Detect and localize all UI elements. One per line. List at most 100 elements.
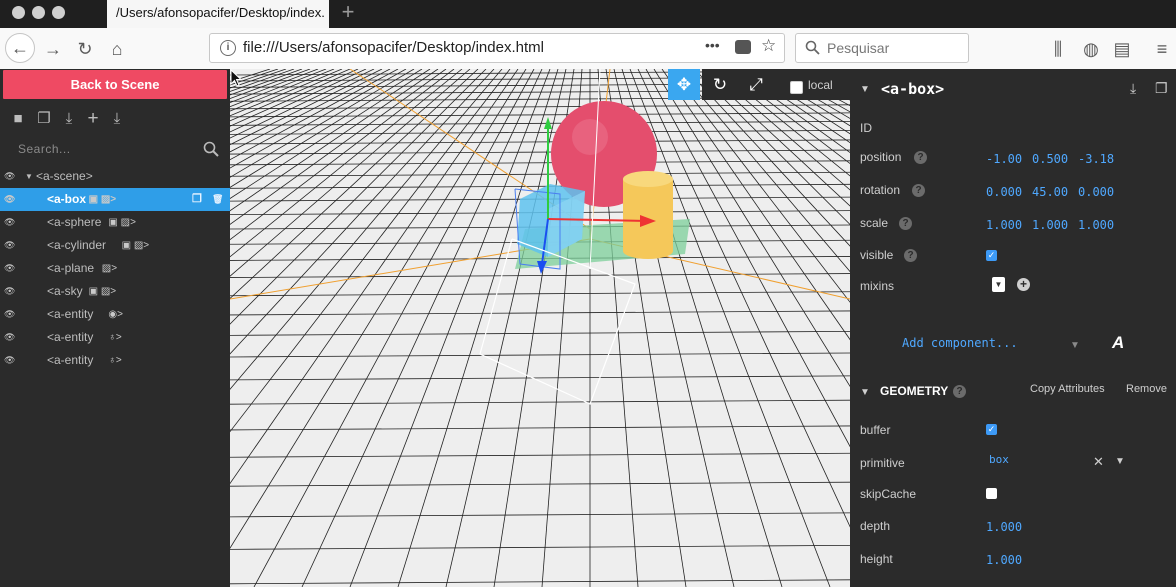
forward-icon[interactable]: →	[41, 37, 65, 61]
library-icon[interactable]: ⫼	[1046, 37, 1070, 61]
scene-viewport[interactable]: ✥ ↻ ⤢ local	[230, 69, 850, 587]
primitive-select[interactable]: box	[989, 453, 1009, 466]
clone-icon[interactable]: ❐	[192, 188, 202, 211]
browser-tab-active[interactable]: /Users/afonsopacifer/Desktop/index.html	[107, 0, 329, 28]
chevron-down-icon[interactable]: ▼	[1115, 456, 1125, 467]
mixins-select[interactable]: ▼	[992, 277, 1005, 292]
outline-row[interactable]: 👁 <a-entity ◉>	[0, 303, 230, 326]
globe-icon[interactable]: ◍	[1079, 37, 1103, 61]
download-icon[interactable]: ⤓	[60, 110, 78, 128]
position-x-input[interactable]: -1.00	[986, 152, 1022, 166]
grid-line	[669, 69, 850, 303]
outline-row[interactable]: 👁 <a-box ▣ ▨> ❐ 🗑	[0, 188, 230, 211]
grid-line	[230, 375, 850, 381]
scale-tool-icon[interactable]: ⤢	[740, 69, 772, 100]
eye-icon[interactable]: 👁	[4, 326, 18, 349]
help-icon[interactable]: ?	[953, 385, 966, 398]
remove-component-button[interactable]: Remove	[1126, 383, 1167, 395]
copy-icon[interactable]: ❐	[35, 110, 53, 128]
eye-icon[interactable]: 👁	[4, 303, 18, 326]
buffer-checkbox[interactable]: ✓	[986, 424, 997, 435]
outline-row[interactable]: 👁 <a-plane ▨>	[0, 257, 230, 280]
outline-row[interactable]: 👁 <a-cylinder ▣ ▨>	[0, 234, 230, 257]
export-entity-icon[interactable]: ⤓	[1130, 80, 1136, 97]
outline-row[interactable]: 👁 <a-sky ▣ ▨>	[0, 280, 230, 303]
window-zoom-button[interactable]	[52, 6, 65, 19]
export-icon[interactable]: ⤓	[108, 110, 126, 128]
grid-line	[230, 452, 850, 458]
chevron-down-icon[interactable]: ▼	[1070, 340, 1080, 351]
grid-line	[765, 69, 850, 119]
height-input[interactable]: 1.000	[986, 553, 1046, 567]
component-icons: ▣ ▨>	[108, 217, 136, 228]
sidebar-icon[interactable]: ▤	[1110, 37, 1134, 61]
cylinder-mesh[interactable]	[623, 179, 673, 251]
scale-x-input[interactable]: 1.000	[986, 218, 1022, 232]
scene-graph-panel: Back to Scene ■ ❐ ⤓ + ⤓ Search... 👁 ▼ <a-s…	[0, 69, 230, 587]
translate-tool-icon[interactable]: ✥	[668, 69, 700, 100]
grid-line	[230, 69, 415, 178]
eye-icon[interactable]: 👁	[4, 349, 18, 372]
outline-row[interactable]: 👁 <a-entity ♁>	[0, 349, 230, 372]
clear-icon[interactable]: ✕	[1093, 454, 1104, 470]
search-bar[interactable]: Pesquisar	[795, 33, 969, 63]
add-mixin-icon[interactable]: +	[1017, 278, 1030, 291]
back-to-scene-button[interactable]: Back to Scene	[3, 70, 227, 99]
eye-icon[interactable]: 👁	[4, 165, 18, 188]
help-icon[interactable]: ?	[912, 184, 925, 197]
expand-caret-icon[interactable]: ▼	[25, 165, 33, 188]
rotation-x-input[interactable]: 0.000	[986, 185, 1022, 199]
info-icon[interactable]: i	[220, 40, 236, 56]
delete-icon[interactable]: 🗑	[212, 188, 223, 211]
new-tab-button[interactable]: +	[338, 1, 358, 25]
geometry-section-title[interactable]: GEOMETRY	[880, 384, 948, 398]
rotate-tool-icon[interactable]: ↻	[704, 69, 736, 100]
bookmark-star-icon[interactable]: ☆	[761, 36, 776, 56]
back-icon[interactable]: ←	[5, 33, 35, 63]
add-component-select[interactable]: Add component...	[902, 336, 1018, 350]
grid-line	[773, 69, 850, 113]
rotation-y-input[interactable]: 45.00	[1032, 185, 1068, 199]
eye-icon[interactable]: 👁	[4, 234, 18, 257]
grid-line	[230, 69, 399, 161]
eye-icon[interactable]: 👁	[4, 188, 18, 211]
visible-checkbox[interactable]: ✓	[986, 250, 997, 261]
window-close-button[interactable]	[12, 6, 25, 19]
reload-icon[interactable]: ↻	[73, 37, 97, 61]
help-icon[interactable]: ?	[899, 217, 912, 230]
eye-icon[interactable]: 👁	[4, 257, 18, 280]
scene-canvas[interactable]	[230, 69, 850, 587]
home-icon[interactable]: ⌂	[105, 37, 129, 61]
depth-input[interactable]: 1.000	[986, 520, 1046, 534]
copy-attributes-button[interactable]: Copy Attributes	[1030, 383, 1105, 395]
outline-row[interactable]: 👁 ▼ <a-scene>	[0, 165, 230, 188]
page-actions-icon[interactable]: •••	[705, 37, 720, 53]
aframe-registry-icon[interactable]: A	[1112, 333, 1124, 353]
tab-title: /Users/afonsopacifer/Desktop/index.html	[116, 5, 324, 20]
outline-search-input[interactable]: Search...	[18, 142, 71, 156]
help-icon[interactable]: ?	[914, 151, 927, 164]
eye-icon[interactable]: 👁	[4, 211, 18, 234]
position-z-input[interactable]: -3.18	[1078, 152, 1114, 166]
scale-y-input[interactable]: 1.000	[1032, 218, 1068, 232]
window-minimize-button[interactable]	[32, 6, 45, 19]
collapse-caret-icon[interactable]: ▼	[860, 84, 870, 95]
scale-z-input[interactable]: 1.000	[1078, 218, 1114, 232]
outline-row[interactable]: 👁 <a-sphere ▣ ▨>	[0, 211, 230, 234]
position-y-input[interactable]: 0.500	[1032, 152, 1068, 166]
camera-icon[interactable]: ■	[9, 110, 27, 128]
url-bar[interactable]: i file:///Users/afonsopacifer/Desktop/in…	[209, 33, 785, 63]
eye-icon[interactable]: 👁	[4, 280, 18, 303]
pocket-icon[interactable]	[735, 40, 751, 54]
menu-icon[interactable]: ≡	[1150, 37, 1174, 61]
grid-line	[230, 69, 463, 258]
local-checkbox[interactable]	[790, 81, 803, 94]
clone-entity-icon[interactable]: ❐	[1155, 80, 1168, 97]
grid-line	[230, 149, 850, 155]
rotation-z-input[interactable]: 0.000	[1078, 185, 1114, 199]
help-icon[interactable]: ?	[904, 249, 917, 262]
outline-row[interactable]: 👁 <a-entity ♁>	[0, 326, 230, 349]
add-entity-icon[interactable]: +	[84, 109, 102, 128]
collapse-caret-icon[interactable]: ▼	[860, 387, 870, 398]
skipcache-checkbox[interactable]	[986, 488, 997, 499]
